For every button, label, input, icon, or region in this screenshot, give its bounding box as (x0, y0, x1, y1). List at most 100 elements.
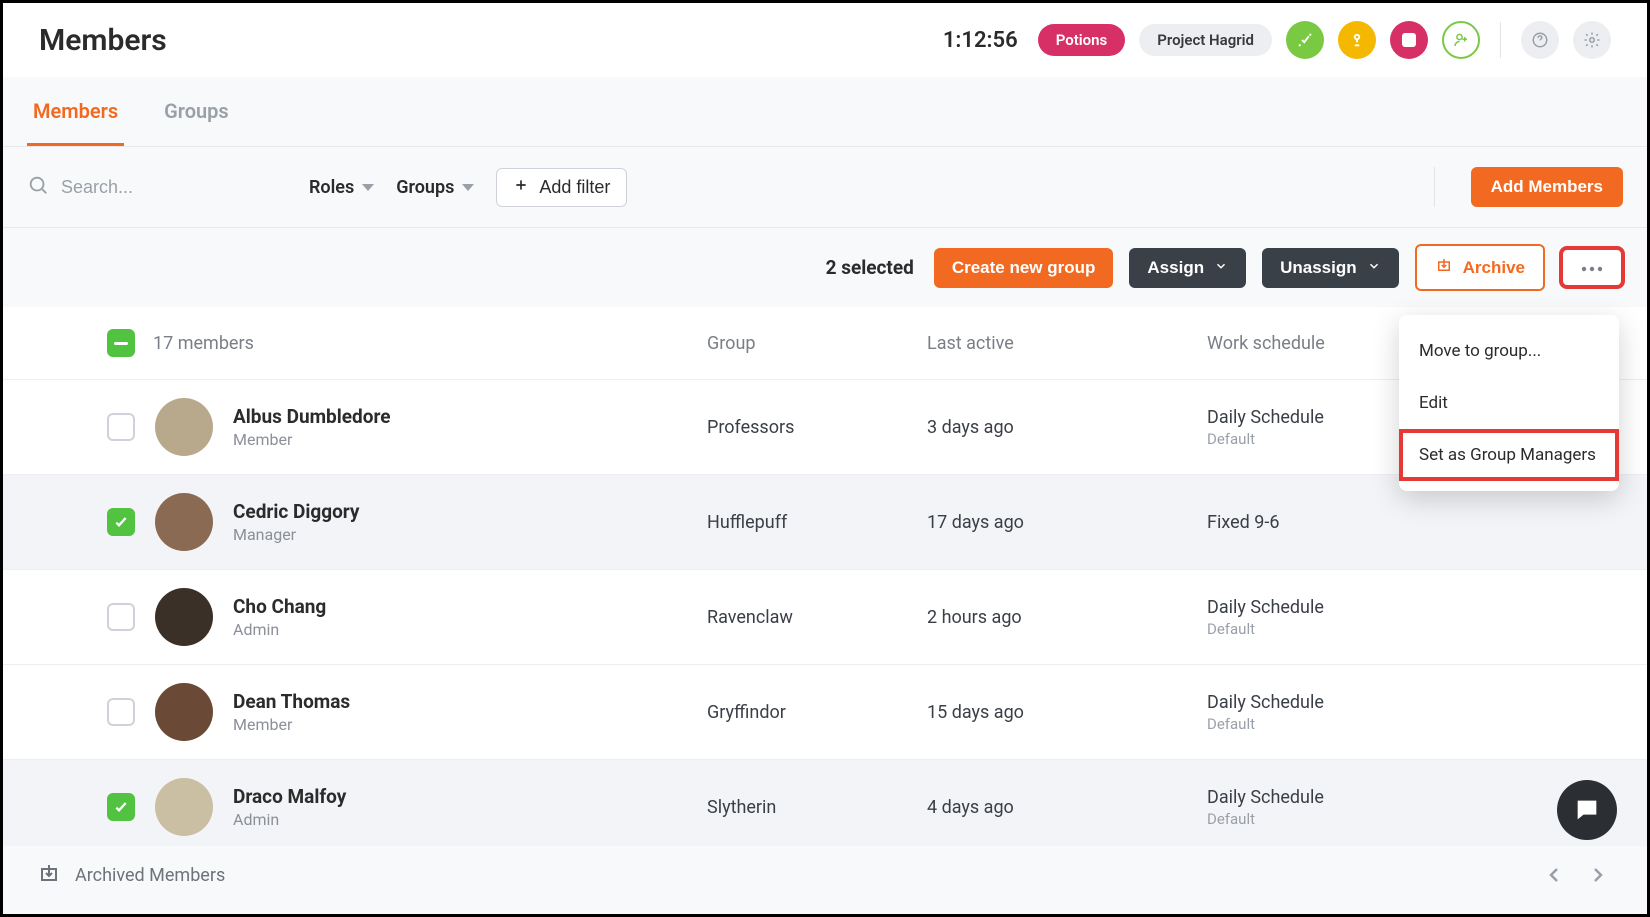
chat-button[interactable] (1557, 780, 1617, 840)
search-input[interactable] (61, 177, 287, 198)
status-icon-2[interactable] (1338, 21, 1376, 59)
cell-last-active: 2 hours ago (927, 607, 1207, 628)
user-add-button[interactable] (1442, 21, 1480, 59)
stop-button[interactable] (1390, 21, 1428, 59)
divider (1434, 167, 1435, 207)
member-role: Admin (233, 810, 346, 829)
cell-schedule: Daily Schedule (1207, 597, 1507, 618)
status-icon-1[interactable] (1286, 21, 1324, 59)
tabs: Members Groups (3, 77, 1647, 147)
settings-button[interactable] (1573, 21, 1611, 59)
header-last-active[interactable]: Last active (927, 333, 1207, 354)
roles-label: Roles (309, 177, 354, 198)
toolbar: Roles Groups Add filter Add Members (3, 147, 1647, 228)
cell-last-active: 17 days ago (927, 512, 1207, 533)
cell-group: Slytherin (707, 797, 927, 818)
cell-group: Gryffindor (707, 702, 927, 723)
groups-filter[interactable]: Groups (396, 177, 474, 198)
member-role: Admin (233, 620, 326, 639)
cell-last-active: 3 days ago (927, 417, 1207, 438)
member-name: Albus Dumbledore (233, 405, 391, 428)
header-right: 1:12:56 Potions Project Hagrid (943, 21, 1611, 59)
row-checkbox[interactable] (107, 698, 135, 726)
more-actions-button[interactable] (1561, 248, 1623, 287)
add-filter-button[interactable]: Add filter (496, 168, 627, 207)
row-checkbox[interactable] (107, 508, 135, 536)
cell-last-active: 4 days ago (927, 797, 1207, 818)
menu-set-group-managers[interactable]: Set as Group Managers (1399, 429, 1619, 481)
table-row[interactable]: Dean Thomas Member Gryffindor 15 days ag… (3, 665, 1647, 760)
create-group-button[interactable]: Create new group (934, 248, 1114, 288)
cell-group: Ravenclaw (707, 607, 927, 628)
chevron-down-icon (462, 184, 474, 191)
cell-schedule-sub: Default (1207, 620, 1507, 638)
plus-icon (513, 177, 529, 198)
header-group[interactable]: Group (707, 333, 927, 354)
chevron-down-icon (1367, 258, 1381, 278)
stop-icon (1402, 33, 1416, 47)
cell-group: Hufflepuff (707, 512, 927, 533)
archive-label: Archive (1463, 258, 1525, 278)
row-checkbox[interactable] (107, 603, 135, 631)
action-bar: 2 selected Create new group Assign Unass… (3, 228, 1647, 307)
member-name: Cedric Diggory (233, 500, 360, 523)
member-name: Dean Thomas (233, 690, 350, 713)
member-name: Draco Malfoy (233, 785, 346, 808)
member-name: Cho Chang (233, 595, 326, 618)
page-prev[interactable] (1539, 860, 1569, 890)
member-role: Member (233, 430, 391, 449)
roles-filter[interactable]: Roles (309, 177, 374, 198)
badge-potions[interactable]: Potions (1038, 24, 1126, 56)
assign-label: Assign (1147, 258, 1204, 278)
badge-project[interactable]: Project Hagrid (1139, 24, 1272, 56)
cell-schedule: Daily Schedule (1207, 787, 1507, 808)
avatar (155, 588, 213, 646)
more-actions-menu: Move to group... Edit Set as Group Manag… (1399, 315, 1619, 491)
chevron-down-icon (1214, 258, 1228, 278)
archive-icon (1435, 256, 1453, 279)
avatar (155, 493, 213, 551)
cell-group: Professors (707, 417, 927, 438)
assign-button[interactable]: Assign (1129, 248, 1246, 288)
cell-last-active: 15 days ago (927, 702, 1207, 723)
tab-members[interactable]: Members (27, 77, 124, 146)
more-icon (1581, 260, 1603, 275)
cell-schedule-sub: Default (1207, 810, 1507, 828)
groups-label: Groups (396, 177, 454, 198)
cell-schedule: Daily Schedule (1207, 692, 1507, 713)
select-all-checkbox[interactable] (107, 329, 135, 357)
menu-move-to-group[interactable]: Move to group... (1399, 325, 1619, 377)
add-members-button[interactable]: Add Members (1471, 167, 1623, 207)
page-title: Members (39, 23, 167, 58)
table-row[interactable]: Cho Chang Admin Ravenclaw 2 hours ago Da… (3, 570, 1647, 665)
search-wrap (27, 174, 287, 201)
member-role: Member (233, 715, 350, 734)
help-button[interactable] (1521, 21, 1559, 59)
search-icon (27, 174, 49, 201)
avatar (155, 398, 213, 456)
count-label: 17 members (153, 333, 254, 354)
table-row[interactable]: Draco Malfoy Admin Slytherin 4 days ago … (3, 760, 1647, 855)
unassign-button[interactable]: Unassign (1262, 248, 1399, 288)
unassign-label: Unassign (1280, 258, 1357, 278)
archived-members-link[interactable]: Archived Members (75, 865, 225, 886)
footer: Archived Members (3, 846, 1647, 904)
menu-edit[interactable]: Edit (1399, 377, 1619, 429)
cell-schedule-sub: Default (1207, 715, 1507, 733)
page-next[interactable] (1583, 860, 1613, 890)
avatar (155, 683, 213, 741)
selection-count: 2 selected (826, 256, 914, 279)
cell-schedule: Fixed 9-6 (1207, 512, 1507, 533)
header: Members 1:12:56 Potions Project Hagrid (3, 3, 1647, 77)
timer: 1:12:56 (943, 28, 1018, 53)
chevron-down-icon (362, 184, 374, 191)
archive-icon (37, 861, 61, 890)
add-filter-label: Add filter (539, 177, 610, 198)
archive-button[interactable]: Archive (1415, 244, 1545, 291)
member-role: Manager (233, 525, 360, 544)
row-checkbox[interactable] (107, 793, 135, 821)
avatar (155, 778, 213, 836)
table-row[interactable]: Cedric Diggory Manager Hufflepuff 17 day… (3, 475, 1647, 570)
tab-groups[interactable]: Groups (158, 77, 235, 146)
row-checkbox[interactable] (107, 413, 135, 441)
